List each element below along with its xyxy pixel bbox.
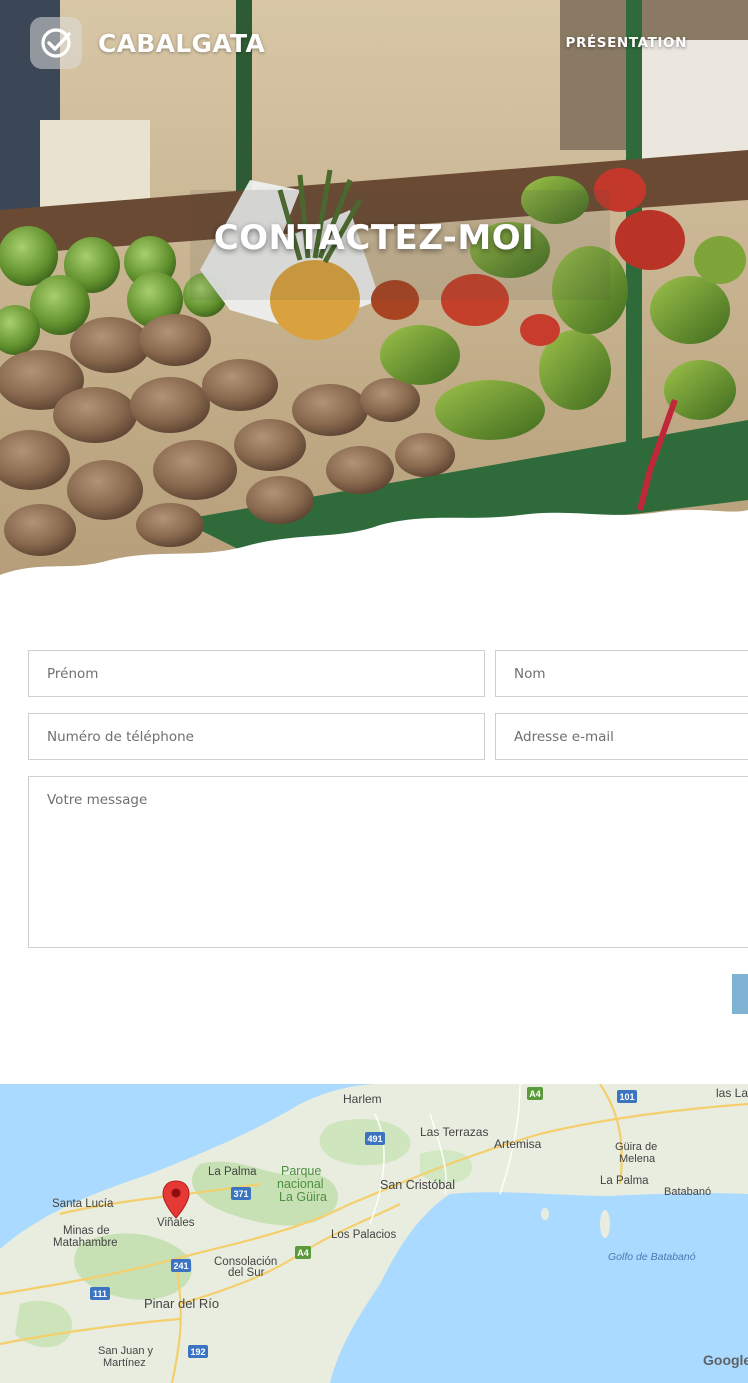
map-park-label: nacional — [277, 1177, 324, 1191]
last-name-input[interactable] — [495, 650, 748, 697]
map-label: las La — [716, 1086, 748, 1100]
submit-button[interactable] — [732, 974, 748, 1014]
road-shield-491: 491 — [365, 1132, 385, 1145]
phone-input[interactable] — [28, 713, 485, 760]
road-shield-111: 111 — [90, 1287, 110, 1300]
map-label: San Cristóbal — [380, 1178, 455, 1192]
map-label: Martínez — [103, 1357, 146, 1369]
map-label: del Sur — [228, 1267, 265, 1279]
map-label: Los Palacios — [331, 1229, 396, 1241]
svg-text:491: 491 — [367, 1134, 382, 1144]
svg-text:111: 111 — [93, 1289, 107, 1299]
svg-text:371: 371 — [233, 1189, 248, 1199]
map-label: Artemisa — [494, 1137, 542, 1151]
map-label: Harlem — [343, 1092, 382, 1106]
hero-section: CABALGATA PRÉSENTATION CONTACTEZ-MOI — [0, 0, 748, 590]
svg-text:192: 192 — [190, 1347, 205, 1357]
map-label: La Palma — [600, 1175, 649, 1187]
location-map[interactable]: Harlem Las Terrazas Artemisa Güira de Me… — [0, 1084, 748, 1383]
message-textarea[interactable] — [28, 776, 748, 948]
road-shield-192: 192 — [188, 1345, 208, 1358]
map-label: Matahambre — [53, 1237, 118, 1249]
map-water-label: Golfo de Batabanó — [608, 1251, 696, 1263]
map-label: San Juan y — [98, 1345, 154, 1357]
map-label: La Palma — [208, 1166, 257, 1178]
brand-name: CABALGATA — [98, 28, 266, 58]
svg-text:241: 241 — [173, 1261, 188, 1271]
map-label: Las Terrazas — [420, 1125, 488, 1139]
map-label: Minas de — [63, 1225, 110, 1237]
check-circle-icon — [30, 17, 82, 69]
road-shield-371: 371 — [231, 1187, 251, 1200]
map-canvas: Harlem Las Terrazas Artemisa Güira de Me… — [0, 1084, 748, 1383]
map-label: Santa Lucía — [52, 1198, 114, 1210]
map-label: Melena — [619, 1153, 656, 1165]
first-name-input[interactable] — [28, 650, 485, 697]
brand-logo[interactable]: CABALGATA — [30, 17, 265, 69]
map-park-label: La Güira — [279, 1190, 327, 1204]
map-label: Viñales — [157, 1217, 195, 1229]
svg-text:A4: A4 — [297, 1248, 309, 1258]
contact-form — [0, 590, 748, 1084]
road-shield-a4: A4 — [295, 1246, 311, 1259]
map-label: Pinar del Río — [144, 1296, 219, 1311]
svg-text:101: 101 — [619, 1092, 634, 1102]
road-shield-101: 101 — [617, 1090, 637, 1103]
svg-text:A4: A4 — [529, 1089, 541, 1099]
map-park-label: Parque — [281, 1164, 321, 1178]
map-label: Güira de — [615, 1141, 657, 1153]
page-title: CONTACTEZ-MOI — [213, 218, 535, 258]
road-shield-241: 241 — [171, 1259, 191, 1272]
nav-item-presentation[interactable]: PRÉSENTATION — [565, 35, 687, 51]
google-attribution: Google — [703, 1352, 748, 1368]
road-shield-a4: A4 — [527, 1087, 543, 1100]
email-input[interactable] — [495, 713, 748, 760]
map-label: Batabanó — [664, 1186, 711, 1198]
